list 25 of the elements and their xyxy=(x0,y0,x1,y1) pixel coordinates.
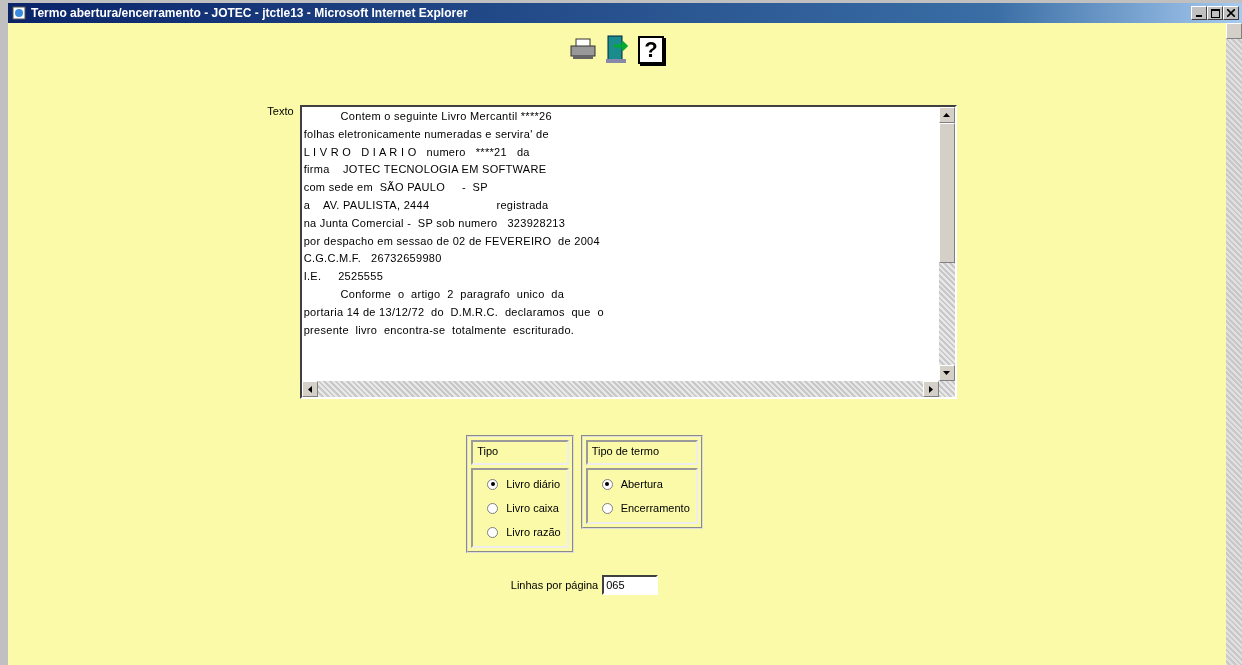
group-legend: Tipo de termo xyxy=(585,440,698,465)
browser-page-icon xyxy=(11,5,27,21)
group-legend: Tipo xyxy=(471,440,569,465)
radio-option[interactable]: Encerramento xyxy=(601,502,690,514)
maximize-button[interactable] xyxy=(1207,6,1223,20)
down-arrow-icon xyxy=(943,371,951,375)
lines-per-page-field[interactable]: 065 xyxy=(602,575,659,595)
horizontal-scrollbar[interactable] xyxy=(301,381,955,397)
up-arrow-icon xyxy=(943,113,951,117)
window-title: Termo abertura/encerramento - JOTEC - jtctle13 - Microsoft Internet Explorer xyxy=(31,6,469,20)
close-icon xyxy=(1227,9,1235,17)
right-arrow-icon xyxy=(928,385,933,393)
texto-label: Texto xyxy=(267,105,294,117)
radio-option[interactable]: Livro diário xyxy=(487,478,561,490)
radio-option[interactable]: Livro razão xyxy=(487,526,561,538)
radio-option[interactable]: Livro caixa xyxy=(487,502,561,514)
minimize-button[interactable] xyxy=(1191,6,1207,20)
lines-per-page-label: Linhas por página xyxy=(510,579,599,591)
close-button[interactable] xyxy=(1223,6,1239,20)
radio-option[interactable]: Abertura xyxy=(601,478,690,490)
page-scrollbar[interactable] xyxy=(1226,23,1242,665)
vertical-scrollbar[interactable] xyxy=(938,107,955,381)
left-arrow-icon xyxy=(307,385,312,393)
help-button[interactable]: ? xyxy=(638,36,664,64)
maximize-icon xyxy=(1210,8,1220,18)
